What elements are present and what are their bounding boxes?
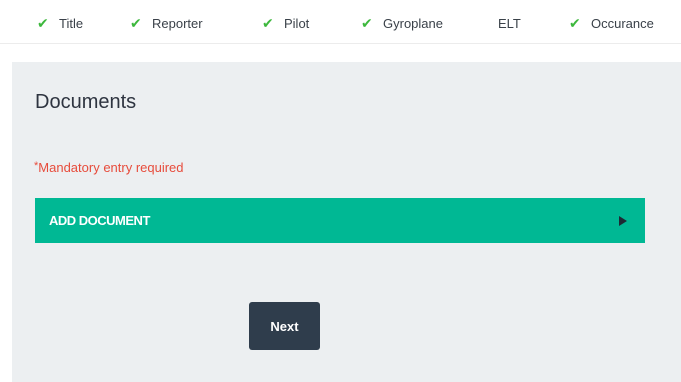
step-gyroplane[interactable]: ✔ Gyroplane [361, 13, 443, 33]
step-label: Title [59, 15, 84, 31]
mandatory-text: Mandatory entry required [38, 160, 184, 175]
step-pilot[interactable]: ✔ Pilot [262, 13, 309, 33]
step-title[interactable]: ✔ Title [37, 13, 83, 33]
step-label: Reporter [152, 15, 203, 31]
step-label: Occurance [591, 15, 654, 31]
check-icon: ✔ [262, 15, 274, 31]
step-label: Gyroplane [383, 15, 443, 31]
step-navigation: ✔ Title ✔ Reporter ✔ Pilot ✔ Gyroplane E… [0, 0, 681, 44]
step-label: ELT [498, 15, 521, 31]
expand-arrow-icon [619, 215, 627, 226]
add-document-label: ADD DOCUMENT [49, 213, 150, 228]
step-reporter[interactable]: ✔ Reporter [130, 13, 203, 33]
check-icon: ✔ [130, 15, 142, 31]
mandatory-notice: *Mandatory entry required [34, 160, 184, 175]
check-icon: ✔ [361, 15, 373, 31]
add-document-button[interactable]: ADD DOCUMENT [35, 198, 645, 243]
documents-panel: Documents *Mandatory entry required ADD … [12, 62, 681, 382]
step-label: Pilot [284, 15, 310, 31]
check-icon: ✔ [37, 15, 49, 31]
step-elt[interactable]: ELT [498, 13, 521, 33]
check-icon: ✔ [569, 15, 581, 31]
step-occurance[interactable]: ✔ Occurance [569, 13, 654, 33]
section-title: Documents [35, 91, 137, 113]
next-button[interactable]: Next [249, 302, 320, 350]
